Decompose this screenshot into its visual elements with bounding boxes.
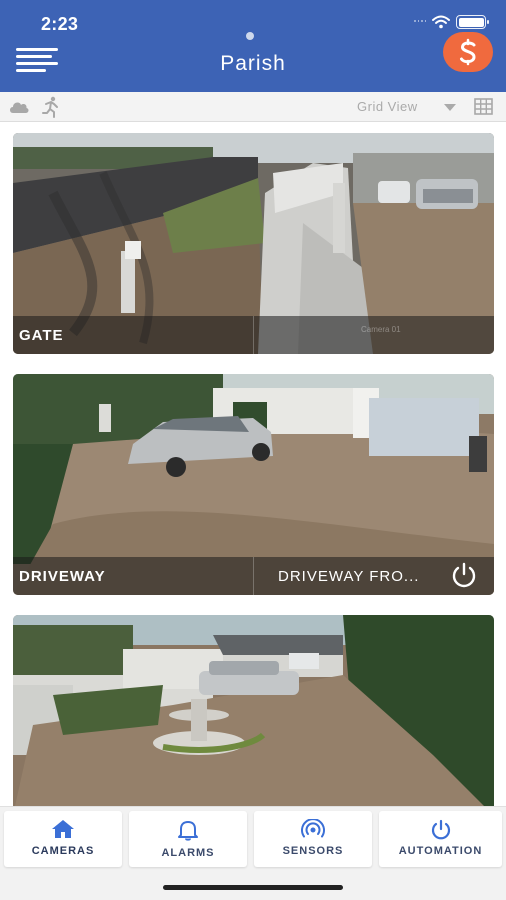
nav-automation[interactable]: AUTOMATION bbox=[379, 811, 502, 867]
camera-watermark: Camera 01 bbox=[361, 325, 401, 334]
screen: 2:23 Parish Grid View GATE Camera 01 DRI… bbox=[0, 0, 506, 900]
sensor-waves-icon bbox=[301, 819, 325, 838]
camera-secondary-name: DRIVEWAY FRO... bbox=[278, 568, 420, 585]
view-toolbar: Grid View bbox=[0, 92, 506, 122]
wifi-icon bbox=[432, 15, 450, 29]
nav-cameras-icon-wrap bbox=[4, 819, 122, 839]
power-icon bbox=[431, 819, 450, 840]
nav-alarms-icon-wrap bbox=[129, 819, 247, 841]
nav-alarms-label: ALARMS bbox=[161, 847, 215, 859]
nav-cameras-label: CAMERAS bbox=[31, 845, 95, 857]
camera-name: DRIVEWAY bbox=[19, 568, 106, 585]
home-icon bbox=[52, 820, 74, 838]
nav-automation-icon-wrap bbox=[379, 819, 502, 841]
camera-snapshot bbox=[13, 615, 494, 806]
nav-cameras[interactable]: CAMERAS bbox=[4, 811, 122, 867]
bell-icon bbox=[178, 821, 198, 841]
camera-feed-list[interactable]: GATE Camera 01 DRIVEWAY DRIVEWAY FRO... bbox=[0, 123, 506, 806]
camera-bar-divider bbox=[253, 316, 254, 354]
nav-sensors-label: SENSORS bbox=[282, 845, 344, 857]
camera-tile-gate[interactable]: GATE Camera 01 bbox=[13, 133, 494, 354]
nav-sensors[interactable]: SENSORS bbox=[254, 811, 372, 867]
status-time: 2:23 bbox=[41, 14, 79, 34]
camera-notch-dot bbox=[246, 32, 254, 40]
status-icons bbox=[414, 15, 489, 29]
app-header: 2:23 Parish bbox=[0, 0, 506, 92]
home-indicator bbox=[163, 885, 343, 890]
camera-name: GATE bbox=[19, 327, 64, 344]
page-title: Parish bbox=[220, 52, 286, 75]
profile-s-icon bbox=[460, 38, 476, 66]
nav-alarms[interactable]: ALARMS bbox=[129, 811, 247, 867]
power-icon[interactable] bbox=[450, 561, 478, 589]
camera-tile-garden[interactable] bbox=[13, 615, 494, 806]
menu-icon-bar bbox=[16, 48, 58, 51]
battery-icon bbox=[456, 15, 489, 29]
nav-automation-label: AUTOMATION bbox=[398, 845, 483, 857]
camera-bar-divider bbox=[253, 557, 254, 595]
view-mode-select[interactable]: Grid View bbox=[357, 99, 418, 114]
running-person-icon[interactable] bbox=[42, 96, 60, 118]
camera-tile-driveway[interactable]: DRIVEWAY DRIVEWAY FRO... bbox=[13, 374, 494, 595]
grid-icon[interactable] bbox=[474, 98, 493, 115]
chevron-down-icon[interactable] bbox=[444, 104, 456, 111]
profile-button[interactable] bbox=[443, 32, 493, 72]
cloud-icon[interactable] bbox=[8, 99, 30, 115]
cellular-icon bbox=[414, 20, 426, 24]
nav-sensors-icon-wrap bbox=[254, 819, 372, 839]
